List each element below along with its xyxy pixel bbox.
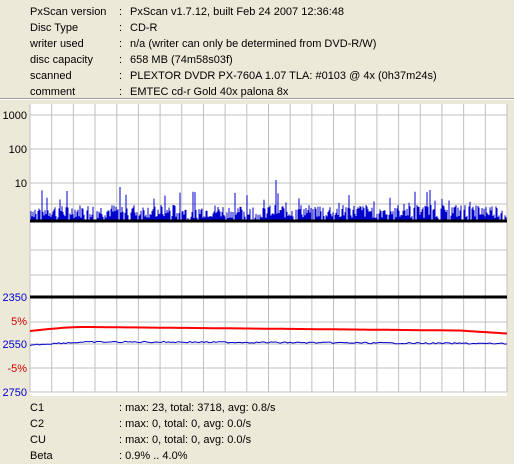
info-label: scanned: [30, 70, 72, 82]
disc-info-panel: PxScan version: PxScan v1.7.12, built Feb…: [0, 0, 514, 98]
ytick-label: 2550: [3, 339, 27, 351]
scan-plot: 1000 100 10 2350 5% 2550 -5% 2750: [3, 104, 508, 396]
info-separator: :: [119, 22, 123, 34]
info-value: n/a (writer can only be determined from …: [130, 38, 377, 50]
info-separator: :: [119, 6, 123, 18]
info-label: PxScan version: [30, 6, 107, 18]
info-value: PxScan v1.7.12, built Feb 24 2007 12:36:…: [130, 6, 345, 18]
ytick-label: 2350: [3, 292, 27, 304]
stat-label: C1: [30, 402, 45, 414]
ytick-label: 10: [15, 178, 27, 190]
info-separator: :: [119, 54, 123, 66]
stat-label: C2: [30, 418, 45, 430]
stat-value: : max: 0, total: 0, avg: 0.0/s: [119, 434, 252, 446]
info-separator: :: [119, 38, 123, 50]
info-value: CD-R: [130, 22, 158, 34]
info-label: writer used: [30, 38, 84, 50]
info-label: disc capacity: [30, 54, 93, 66]
scan-chart: 1000 100 10 2350 5% 2550 -5% 2750: [0, 100, 514, 396]
ytick-label: 2750: [3, 387, 27, 396]
ytick-label: 100: [9, 144, 27, 156]
scan-stats-panel: C1 : max: 23, total: 3718, avg: 0.8/s C2 : …: [0, 398, 514, 462]
ytick-label: -5%: [7, 363, 27, 375]
info-separator: :: [119, 70, 123, 82]
info-label: Disc Type: [30, 22, 79, 34]
stat-value: : max: 0, total: 0, avg: 0.0/s: [119, 418, 252, 430]
stat-value: : max: 23, total: 3718, avg: 0.8/s: [119, 402, 276, 414]
info-value: PLEXTOR DVDR PX-760A 1.07 TLA: #0103 @ 4…: [130, 70, 437, 82]
info-value: 658 MB (74m58s03f): [130, 54, 233, 66]
stat-label: CU: [30, 434, 46, 446]
ytick-label: 5%: [11, 316, 27, 328]
ytick-label: 1000: [3, 110, 27, 122]
